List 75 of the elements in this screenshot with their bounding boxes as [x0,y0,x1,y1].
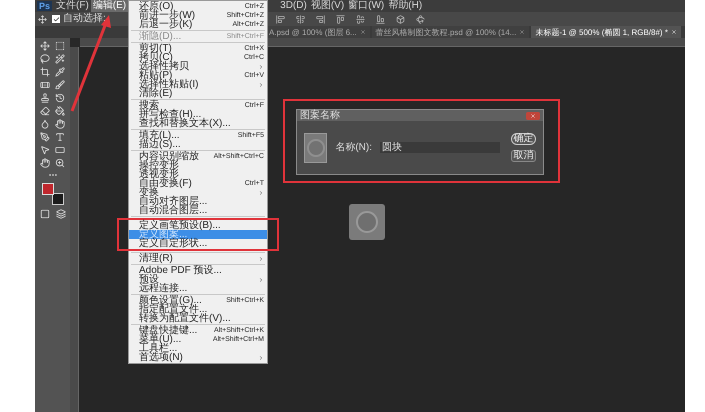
hand-icon[interactable] [40,158,50,168]
menu-item[interactable]: Adobe PDF 预设... [129,266,267,275]
menu-item[interactable]: 预设 [129,275,267,284]
close-icon[interactable] [519,29,526,35]
align-middle-icon[interactable] [356,14,365,24]
pointer-icon[interactable] [40,145,50,155]
eyedropper-icon[interactable] [55,67,65,77]
menu-item[interactable]: 自动对齐图层... [129,197,267,206]
stamp-icon[interactable] [40,93,50,103]
menu-item[interactable]: 描边(S)... [129,140,267,149]
name-field[interactable]: 圆块 [380,142,500,153]
menu-bar-item[interactable]: 编辑(E) [90,0,128,12]
pen-icon[interactable] [40,132,50,142]
menu-item[interactable]: 自动混合图层... [129,206,267,215]
lasso-icon[interactable] [40,54,50,64]
pattern-shape [349,204,385,240]
menu-bar-item[interactable]: 视图(V) [308,0,346,12]
eraser-icon[interactable] [40,106,50,116]
menu-item[interactable]: 转换为配置文件(V)... [129,314,267,323]
dialog-title: 图案名称 [300,110,340,121]
menu-item[interactable]: 操控变形 [129,161,267,170]
paint-bucket-icon[interactable] [55,106,65,116]
menu-item[interactable]: 清理(R) [129,254,267,263]
wand-icon[interactable] [55,54,65,64]
type-icon[interactable] [55,132,65,142]
name-label: 名称(N): [335,141,372,155]
align-right-icon[interactable] [316,14,325,24]
menu-item[interactable]: 首选项(N) [129,353,267,362]
brush-icon[interactable] [55,80,65,90]
menu-item[interactable]: 远程连接... [129,284,267,293]
screen-mode-icon[interactable] [56,209,66,219]
history-brush-icon[interactable] [55,93,65,103]
droplet-icon[interactable] [40,119,50,129]
app-logo: Ps [37,1,52,11]
color-swatches[interactable] [42,183,64,205]
menu-bar-item[interactable]: 3D(D) [278,0,309,12]
ok-button[interactable]: 确定 [511,133,536,145]
close-icon[interactable] [360,29,366,35]
document-tab[interactable]: 未标题-1 @ 500% (椭圆 1, RGB/8#) * [531,26,681,38]
menu-item[interactable]: 指定配置文件... [129,305,267,314]
menu-item[interactable]: 清除(E) [129,89,267,98]
rotate-3d-icon[interactable] [416,14,425,24]
bandage-icon[interactable] [40,80,50,90]
zoom-icon[interactable] [55,158,65,168]
tab-title: 未标题-1 @ 500% (椭圆 1, RGB/8#) * [535,26,668,38]
pattern-preview [304,132,328,162]
document-tab[interactable]: A.psd @ 100% (图层 6... [265,26,370,38]
cube-icon[interactable] [396,14,405,24]
align-left-icon[interactable] [276,14,285,24]
close-button[interactable] [526,112,540,120]
align-top-icon[interactable] [336,14,345,24]
auto-select-checkbox[interactable] [52,15,60,23]
menu-item[interactable]: 拼写检查(H)... [129,110,267,119]
move-icon[interactable] [40,41,50,51]
menu-item[interactable]: 定义画笔预设(B)... [129,221,267,230]
align-bottom-icon[interactable] [376,14,385,24]
marquee-icon[interactable] [55,41,65,51]
move-icon[interactable] [38,14,47,24]
menu-item[interactable]: 定义自定形状... [129,239,267,248]
close-icon [530,112,536,118]
menu-item[interactable]: 选择性粘贴(I) [129,80,267,89]
menu-bar-item[interactable]: 帮助(H) [386,0,424,12]
menu-item[interactable]: 选择性拷贝 [129,62,267,71]
document-tab[interactable]: 蕾丝风格制图文教程.psd @ 100% (14... [372,26,530,38]
rectangle-icon[interactable] [55,145,65,155]
tab-title: 蕾丝风格制图文教程.psd @ 100% (14... [376,26,516,38]
menu-item[interactable]: 工具栏... [129,344,267,353]
menu-item[interactable]: 查找和替换文本(X)... [129,119,267,128]
cancel-button[interactable]: 取消 [511,150,536,162]
quick-mask-icon[interactable] [40,209,50,219]
align-center-icon[interactable] [296,14,305,24]
crop-icon[interactable] [40,67,50,77]
menu-item[interactable]: 透视变形 [129,170,267,179]
tab-title: A.psd @ 100% (图层 6... [269,26,357,38]
menu-item[interactable]: 变换 [129,188,267,197]
